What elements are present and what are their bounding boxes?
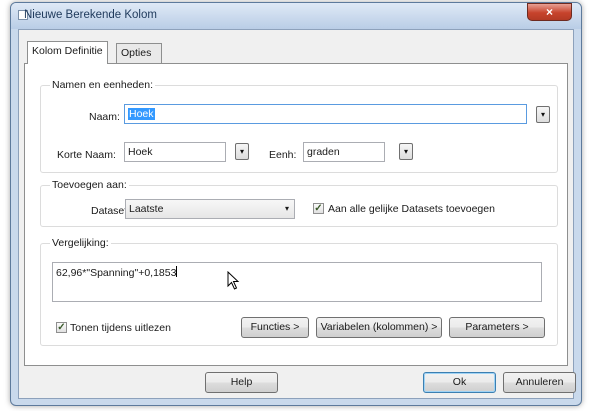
equation-input[interactable]: 62,96*"Spanning"+0,1853 (52, 262, 542, 302)
add-to-legend: Toevoegen aan: (50, 179, 129, 191)
unit-dropdown-button[interactable]: ▾ (399, 143, 413, 160)
add-all-datasets-checkbox[interactable]: ✓ (313, 203, 324, 214)
name-input[interactable]: Hoek (124, 104, 527, 124)
parameters-button[interactable]: Parameters > (449, 317, 545, 338)
variables-button[interactable]: Variabelen (kolommen) > (316, 317, 442, 338)
short-name-dropdown-button[interactable]: ▾ (235, 143, 249, 160)
names-units-group (40, 85, 558, 173)
show-live-checkbox[interactable]: ✓ (56, 322, 67, 333)
equation-text: 62,96*"Spanning"+0,1853 (56, 267, 177, 279)
unit-input[interactable]: graden (303, 142, 385, 162)
cancel-button[interactable]: Annuleren (503, 372, 576, 393)
mouse-pointer-icon (227, 271, 240, 290)
name-label: Naam: (89, 111, 120, 123)
chevron-down-icon: ▾ (239, 147, 244, 156)
dataset-select-value: Laatste (129, 203, 164, 215)
tab-kolom-definitie[interactable]: Kolom Definitie (27, 41, 108, 64)
close-button[interactable]: × (527, 3, 572, 21)
short-name-label: Korte Naam: (57, 149, 116, 161)
ok-button[interactable]: Ok (423, 372, 496, 393)
show-live-label: Tonen tijdens uitlezen (70, 322, 171, 334)
functions-button[interactable]: Functies > (241, 317, 309, 338)
name-dropdown-button[interactable]: ▾ (536, 106, 550, 123)
short-name-input[interactable]: Hoek (124, 142, 226, 162)
tab-opties[interactable]: Opties (116, 43, 162, 63)
unit-label: Eenh: (269, 149, 297, 161)
name-input-value: Hoek (128, 108, 155, 120)
equation-legend: Vergelijking: (50, 237, 111, 249)
window-title: Nieuwe Berekende Kolom (24, 9, 157, 21)
names-units-legend: Namen en eenheden: (50, 79, 155, 91)
chevron-down-icon: ▾ (284, 204, 289, 213)
text-caret (176, 266, 178, 277)
dataset-select[interactable]: Laatste ▾ (125, 199, 295, 219)
chevron-down-icon: ▾ (403, 147, 408, 156)
add-all-datasets-label: Aan alle gelijke Datasets toevoegen (328, 203, 495, 215)
help-button[interactable]: Help (205, 372, 278, 393)
chevron-down-icon: ▾ (540, 110, 545, 119)
